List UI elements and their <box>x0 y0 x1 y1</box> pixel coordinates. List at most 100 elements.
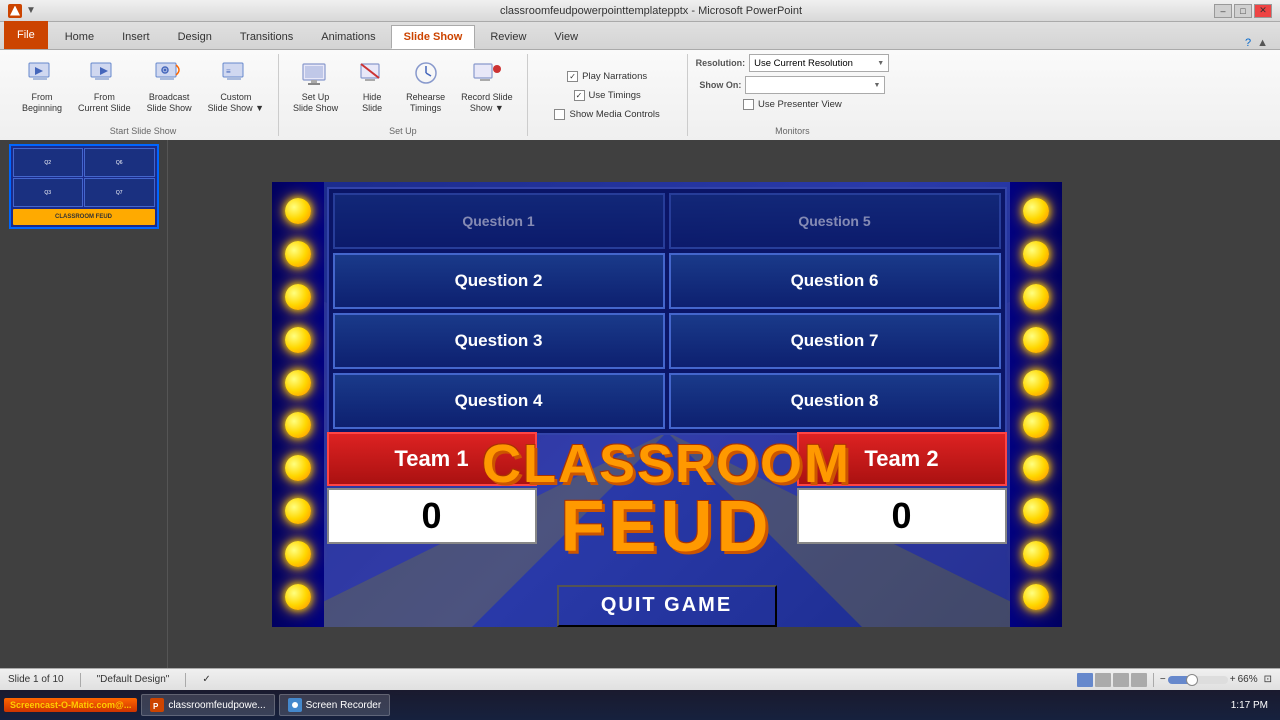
show-on-row: Show On: <box>699 76 885 94</box>
light-bulb <box>1023 327 1049 353</box>
taskbar-recorder[interactable]: Screen Recorder <box>279 694 391 716</box>
svg-text:≡: ≡ <box>226 67 231 76</box>
light-bulb <box>1023 584 1049 610</box>
zoom-out-btn[interactable]: − <box>1160 674 1166 685</box>
play-narrations-checkbox[interactable] <box>567 71 578 82</box>
slide-sorter-btn[interactable] <box>1095 673 1111 687</box>
fit-slide-btn[interactable]: ⊡ <box>1264 674 1272 685</box>
slide-canvas: Question 1 Question 5 Question 2 Questio… <box>272 182 1062 627</box>
question-7-btn[interactable]: Question 7 <box>669 313 1001 369</box>
zoom-in-btn[interactable]: + <box>1230 674 1236 685</box>
slide-thumbnail[interactable]: Q2 Q6 Q3 Q7 CLASSROOM FEUD <box>9 144 159 229</box>
setup-buttons: Set UpSlide Show HideSlide <box>287 54 519 124</box>
presenter-view-option[interactable]: Use Presenter View <box>743 98 842 111</box>
slideshow-view-btn[interactable] <box>1131 673 1147 687</box>
taskbar-ppt[interactable]: P classroomfeudpowe... <box>141 694 274 716</box>
status-right: − + 66% ⊡ <box>1077 673 1272 687</box>
light-bulb <box>285 198 311 224</box>
light-bulb <box>285 241 311 267</box>
ribbon-group-start-slideshow: FromBeginning FromCurrent Slide <box>8 54 279 136</box>
minimize-ribbon-icon[interactable]: ▲ <box>1257 37 1268 49</box>
resolution-select[interactable]: Use Current Resolution <box>749 54 889 72</box>
light-bulb <box>285 455 311 481</box>
light-bulb <box>1023 498 1049 524</box>
broadcast-icon <box>153 58 185 90</box>
custom-slideshow-button[interactable]: ≡ CustomSlide Show ▼ <box>202 54 270 118</box>
question-5-btn[interactable]: Question 5 <box>669 193 1001 249</box>
right-panel <box>1165 140 1280 668</box>
ribbon-content: FromBeginning FromCurrent Slide <box>0 50 1280 140</box>
from-current-icon <box>88 58 120 90</box>
from-current-button[interactable]: FromCurrent Slide <box>72 54 137 118</box>
light-bulb <box>1023 455 1049 481</box>
taskbar-right: 1:17 PM <box>1231 700 1276 711</box>
question-8-btn[interactable]: Question 8 <box>669 373 1001 429</box>
restore-btn[interactable]: □ <box>1234 4 1252 18</box>
recorder-icon <box>288 698 302 712</box>
bottom-section: Team 1 0 CLASSROOM FEUD QUIT GAME <box>327 432 1007 627</box>
resolution-row: Resolution: Use Current Resolution <box>696 54 890 72</box>
ribbon-tabs: File Home Insert Design Transitions Anim… <box>0 22 1280 50</box>
presenter-view-checkbox[interactable] <box>743 99 754 110</box>
custom-slideshow-icon: ≡ <box>220 58 252 90</box>
question-4-btn[interactable]: Question 4 <box>333 373 665 429</box>
tab-review[interactable]: Review <box>477 25 539 49</box>
screencast-branding: Screencast-O-Matic.com@... <box>4 698 137 712</box>
question-3-btn[interactable]: Question 3 <box>333 313 665 369</box>
tab-view[interactable]: View <box>541 25 591 49</box>
question-2-btn[interactable]: Question 2 <box>333 253 665 309</box>
light-bulb <box>1023 412 1049 438</box>
svg-text:P: P <box>153 702 159 711</box>
tab-home[interactable]: Home <box>52 25 107 49</box>
title-bar: ▼ classroomfeudpowerpointtemplatepptx - … <box>0 0 1280 22</box>
question-grid: Question 1 Question 5 Question 2 Questio… <box>327 187 1007 435</box>
play-narrations-option[interactable]: Play Narrations <box>567 70 647 83</box>
show-media-checkbox[interactable] <box>554 109 565 120</box>
team-2-score: 0 <box>797 488 1007 544</box>
setup-slideshow-button[interactable]: Set UpSlide Show <box>287 54 344 118</box>
reading-view-btn[interactable] <box>1113 673 1129 687</box>
close-btn[interactable]: ✕ <box>1254 4 1272 18</box>
rehearse-timings-button[interactable]: RehearseTimings <box>400 54 451 118</box>
tab-design[interactable]: Design <box>165 25 225 49</box>
use-timings-checkbox[interactable] <box>574 90 585 101</box>
question-6-btn[interactable]: Question 6 <box>669 253 1001 309</box>
quit-game-button[interactable]: QUIT GAME <box>557 585 777 627</box>
broadcast-button[interactable]: BroadcastSlide Show <box>141 54 198 118</box>
light-bulb <box>1023 541 1049 567</box>
status-divider-2 <box>185 673 186 687</box>
record-slide-icon <box>471 58 503 90</box>
from-beginning-button[interactable]: FromBeginning <box>16 54 68 118</box>
light-bulb <box>285 284 311 310</box>
help-icon[interactable]: ? <box>1245 37 1251 49</box>
logo-classroom: CLASSROOM <box>482 437 851 491</box>
show-on-select[interactable] <box>745 76 885 94</box>
main-area: Q2 Q6 Q3 Q7 CLASSROOM FEUD <box>0 140 1280 668</box>
monitors-group-label: Monitors <box>775 124 810 136</box>
normal-view-btn[interactable] <box>1077 673 1093 687</box>
use-timings-option[interactable]: Use Timings <box>574 89 641 102</box>
minimize-btn[interactable]: – <box>1214 4 1232 18</box>
zoom-slider[interactable] <box>1168 676 1228 684</box>
theme-info: "Default Design" <box>97 674 170 685</box>
logo-feud: FEUD <box>561 491 773 563</box>
light-bulb <box>1023 241 1049 267</box>
tab-insert[interactable]: Insert <box>109 25 163 49</box>
show-media-controls-option[interactable]: Show Media Controls <box>554 108 659 121</box>
from-beginning-icon <box>26 58 58 90</box>
status-divider-3 <box>1153 673 1154 687</box>
ribbon-group-options: Play Narrations Use Timings Show Media C… <box>528 54 688 136</box>
light-bulb <box>1023 284 1049 310</box>
hide-slide-button[interactable]: HideSlide <box>348 54 396 118</box>
light-bulb <box>1023 198 1049 224</box>
right-light-border <box>1010 182 1062 627</box>
rehearse-timings-icon <box>410 58 442 90</box>
light-bulb <box>285 541 311 567</box>
question-1-btn[interactable]: Question 1 <box>333 193 665 249</box>
tab-animations[interactable]: Animations <box>308 25 388 49</box>
tab-file[interactable]: File <box>4 21 48 49</box>
tab-transitions[interactable]: Transitions <box>227 25 306 49</box>
tab-slideshow[interactable]: Slide Show <box>391 25 476 49</box>
record-slide-button[interactable]: Record SlideShow ▼ <box>455 54 519 118</box>
ribbon-group-setup: Set UpSlide Show HideSlide <box>279 54 528 136</box>
